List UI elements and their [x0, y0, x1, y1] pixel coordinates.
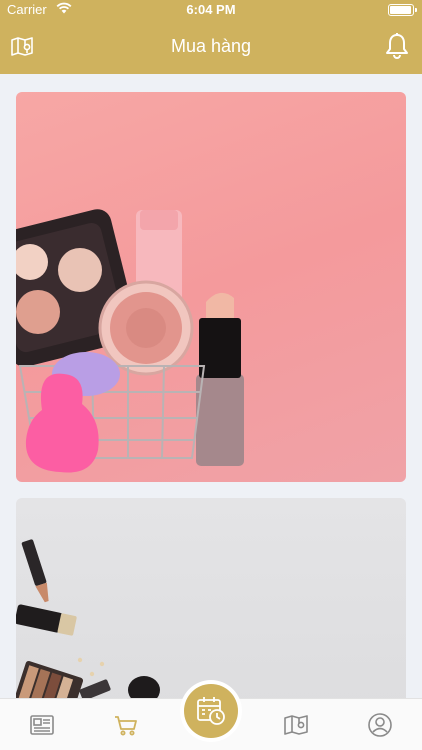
clock: 6:04 PM [186, 2, 236, 17]
makeup-products-image [16, 539, 160, 698]
user-icon [368, 713, 392, 737]
tab-booking[interactable] [184, 684, 238, 738]
bell-icon[interactable] [384, 32, 410, 60]
newspaper-icon [30, 715, 54, 735]
product-card-makeup[interactable] [16, 498, 406, 698]
page-title: Mua hàng [170, 36, 252, 56]
map-icon [284, 715, 308, 735]
battery-icon [388, 4, 417, 16]
cart-icon [115, 716, 137, 736]
tab-cart[interactable] [84, 699, 168, 750]
cosmetics-basket-image [16, 209, 244, 473]
status-bar: Carrier 6:04 PM [0, 0, 422, 20]
tab-news[interactable] [0, 699, 84, 750]
tab-map[interactable] [254, 699, 338, 750]
calendar-clock-icon [197, 697, 225, 725]
tab-profile[interactable] [338, 699, 422, 750]
product-card-cosmetics-basket[interactable] [16, 92, 406, 482]
feed[interactable] [0, 74, 422, 698]
header: Mua hàng [0, 20, 422, 74]
